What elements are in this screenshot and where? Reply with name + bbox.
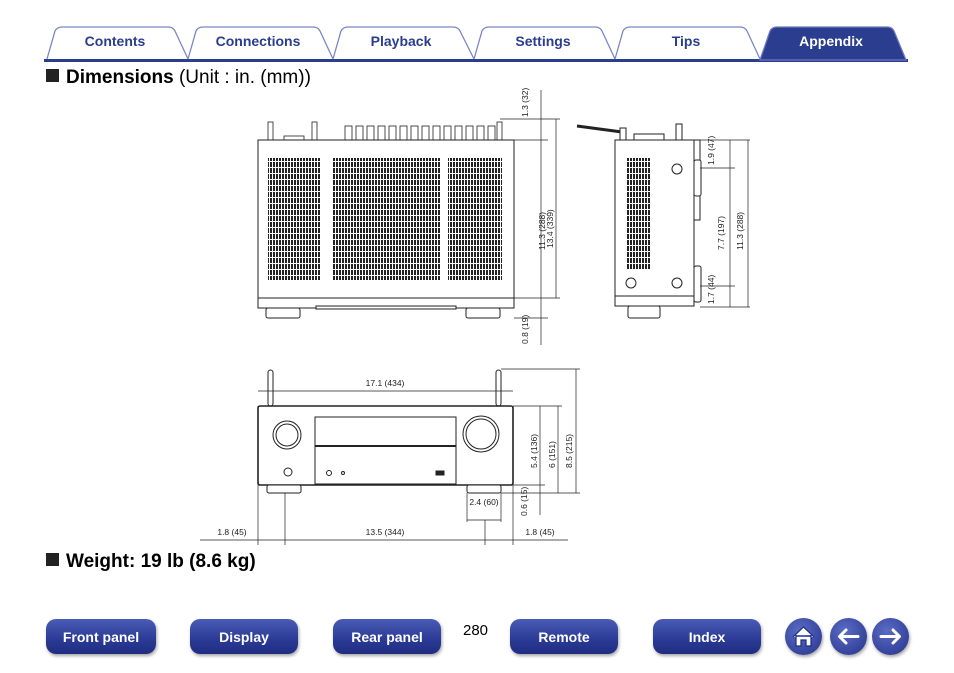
index-button[interactable]: Index (653, 619, 761, 654)
dim-front-body-height: 5.4 (136) (529, 434, 539, 468)
dim-front-foot-width: 2.4 (60) (469, 497, 498, 507)
dimension-drawing: 1.3 (32) 11.3 (288) 13.4 (339) 0.8 (19) … (200, 88, 750, 545)
dim-front-foot-height: 0.6 (15) (519, 487, 529, 516)
dim-front-width: 17.1 (434) (366, 378, 405, 388)
home-button[interactable] (785, 618, 822, 655)
page-number: 280 (463, 622, 489, 639)
dim-front-height-feet: 6 (151) (547, 441, 557, 468)
dim-side-foot-spacing: 7.7 (197) (716, 216, 726, 250)
rear-panel-button[interactable]: Rear panel (333, 619, 441, 654)
dim-front-protrusion: 0.8 (19) (520, 315, 530, 344)
home-icon (792, 626, 815, 647)
side-view (576, 123, 702, 319)
dim-side-body-depth: 11.3 (288) (735, 212, 745, 250)
next-page-button[interactable] (872, 618, 909, 655)
antenna-left (267, 369, 274, 407)
display-button[interactable]: Display (190, 619, 298, 654)
front-view (257, 369, 514, 494)
dim-rear-protrusion: 1.3 (32) (520, 88, 530, 117)
dim-front-foot-spacing: 13.5 (344) (366, 527, 405, 537)
antenna-right (495, 369, 502, 407)
dim-front-right-offset: 1.8 (45) (525, 527, 554, 537)
arrow-left-icon (838, 628, 860, 645)
previous-page-button[interactable] (830, 618, 867, 655)
arrow-right-icon (879, 628, 901, 645)
top-view (257, 121, 515, 319)
dim-front-left-offset: 1.8 (45) (217, 527, 246, 537)
front-panel-button[interactable]: Front panel (46, 619, 156, 654)
dim-total-depth: 13.4 (339) (545, 209, 555, 248)
remote-button[interactable]: Remote (510, 619, 618, 654)
dim-side-foot-to-front: 1.7 (44) (706, 275, 716, 304)
dim-front-height-antenna: 8.5 (215) (564, 434, 574, 468)
rear-connectors (267, 121, 503, 141)
dim-side-top-to-foot: 1.9 (47) (706, 136, 716, 165)
